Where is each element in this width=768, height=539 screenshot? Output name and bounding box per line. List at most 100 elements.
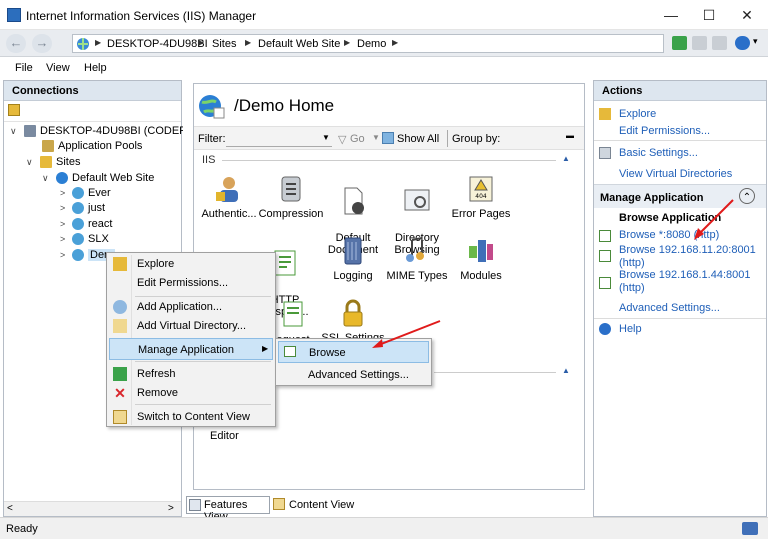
connections-header: Connections [4, 81, 181, 101]
context-menu: Explore Edit Permissions... Add Applicat… [106, 252, 276, 427]
collapse-icon[interactable]: ▲ [562, 154, 570, 163]
explore-icon [599, 108, 611, 120]
maximize-button[interactable]: ☐ [690, 0, 728, 30]
error-pages-icon: 404 [469, 176, 493, 202]
globe-icon [77, 38, 89, 50]
help-icon[interactable] [735, 36, 750, 50]
menu-item-label: Switch to Content View [137, 411, 250, 423]
menu-file[interactable]: File [15, 62, 33, 74]
scroll-left-button[interactable]: < [7, 503, 13, 514]
feature-mime-types[interactable]: MIME Types [382, 236, 452, 282]
filter-input[interactable] [226, 130, 332, 147]
feature-logging[interactable]: Logging [318, 236, 388, 282]
tree-expander-icon[interactable]: ∨ [26, 157, 33, 168]
menu-item-label: Refresh [137, 368, 176, 380]
minimize-button[interactable]: — [652, 0, 690, 30]
tree-expander-icon[interactable]: ∨ [10, 126, 17, 137]
features-view-icon [189, 499, 201, 511]
tree-expander-icon[interactable]: > [60, 250, 65, 260]
tree-expander-icon[interactable]: > [60, 234, 65, 244]
menu-item-advanced-settings[interactable]: Advanced Settings... [278, 364, 429, 386]
create-connection-icon[interactable] [8, 104, 20, 116]
action-browse-192-168-1-44[interactable]: Browse 192.168.1.44:8001 (http) [619, 269, 751, 295]
menu-item-edit-permissions[interactable]: Edit Permissions... [109, 272, 273, 294]
home-icon[interactable] [712, 36, 727, 50]
menu-item-label: Add Virtual Directory... [137, 320, 247, 332]
web-app-icon [72, 249, 84, 261]
action-explore[interactable]: Explore [619, 108, 656, 121]
menu-bar: File View Help [0, 57, 768, 79]
tree-item-sites[interactable]: Sites [56, 156, 80, 168]
filter-label: Filter: [198, 133, 226, 145]
stop-icon[interactable] [692, 36, 707, 50]
breadcrumb[interactable]: ▶ DESKTOP-4DU98BI ▶ Sites ▶ Default Web … [72, 34, 664, 53]
menu-item-switch-to-content-view[interactable]: Switch to Content View [109, 406, 273, 428]
chevron-down-icon[interactable]: ▾ [753, 36, 758, 47]
tab-features-view[interactable]: Features View [186, 496, 270, 523]
chevron-down-icon[interactable]: ▼ [322, 133, 330, 142]
tab-content-view[interactable]: Content View [273, 496, 355, 514]
action-view-virtual-directories[interactable]: View Virtual Directories [619, 168, 732, 181]
collapse-icon[interactable]: ▲ [562, 366, 570, 375]
menu-item-browse[interactable]: Browse [278, 341, 429, 363]
tree-expander-icon[interactable]: > [60, 203, 65, 213]
feature-error-pages[interactable]: 404 Error Pages [446, 174, 516, 220]
manage-application-submenu: Browse Advanced Settings... [275, 338, 432, 386]
tree-item-desktop-4du98bi-codersic[interactable]: DESKTOP-4DU98BI (CODERSIC [40, 125, 205, 137]
add-virtual-directory-icon [113, 319, 127, 333]
action-browse-192-168-11-20[interactable]: Browse 192.168.11.20:8001 (http) [619, 244, 756, 270]
tree-item-just[interactable]: just [88, 202, 105, 214]
menu-item-add-virtual-directory[interactable]: Add Virtual Directory... [109, 315, 273, 337]
web-app-icon [72, 233, 84, 245]
feature-compression[interactable]: Compression [256, 174, 326, 220]
tree-item-default-web-site[interactable]: Default Web Site [72, 172, 154, 184]
horizontal-scrollbar[interactable]: < > [4, 501, 181, 516]
menu-view[interactable]: View [46, 62, 70, 74]
breadcrumb-server[interactable]: DESKTOP-4DU98BI [107, 38, 208, 50]
breadcrumb-separator: ▶ [245, 38, 252, 47]
menu-item-manage-application[interactable]: Manage Application ▶ [109, 338, 273, 360]
web-app-icon [72, 202, 84, 214]
tree-expander-icon[interactable]: > [60, 219, 65, 229]
action-advanced-settings[interactable]: Advanced Settings... [619, 302, 720, 315]
feature-modules[interactable]: Modules [446, 236, 516, 282]
action-edit-permissions[interactable]: Edit Permissions... [619, 125, 710, 138]
scroll-right-button[interactable]: > [168, 503, 174, 514]
tree-item-ever[interactable]: Ever [88, 187, 111, 199]
feature-label: Modules [460, 270, 502, 282]
authentication-icon [216, 177, 238, 202]
refresh-icon [113, 367, 127, 381]
close-button[interactable]: ✕ [728, 0, 766, 30]
action-browse-8080[interactable]: Browse *:8080 (http) [619, 229, 719, 242]
go-button[interactable]: Go [350, 133, 365, 145]
feature-label: Error Pages [451, 208, 511, 220]
collapse-icon[interactable]: ⌃ [739, 188, 755, 204]
app-pools-icon [42, 140, 54, 152]
browse-icon [599, 250, 611, 262]
tree-item-slx[interactable]: SLX [88, 233, 109, 245]
menu-item-remove[interactable]: ✕ Remove [109, 382, 273, 404]
connect-icon[interactable] [672, 36, 687, 50]
show-all-button[interactable]: Show All [397, 133, 439, 145]
settings-icon [599, 147, 611, 159]
forward-button[interactable]: → [32, 34, 52, 53]
lock-icon [343, 299, 363, 327]
tree-expander-icon[interactable]: ∨ [42, 173, 49, 184]
default-document-icon [344, 187, 364, 215]
status-text: Ready [6, 523, 38, 535]
breadcrumb-demo[interactable]: Demo [357, 38, 386, 50]
manage-application-header: Manage Application ⌃ [594, 184, 766, 208]
tree-item-react[interactable]: react [88, 218, 112, 230]
breadcrumb-sites[interactable]: Sites [212, 38, 236, 50]
menu-help[interactable]: Help [84, 62, 107, 74]
group-by-label[interactable]: Group by: [452, 133, 500, 145]
back-button[interactable]: ← [6, 34, 26, 53]
feature-label-editor[interactable]: Editor [210, 430, 239, 442]
scroll-up-icon[interactable]: ▬ [566, 131, 574, 140]
action-basic-settings[interactable]: Basic Settings... [619, 147, 698, 160]
tree-expander-icon[interactable]: > [60, 188, 65, 198]
action-help[interactable]: Help [619, 323, 642, 336]
feature-authentication[interactable]: Authentic... [194, 174, 264, 220]
tree-item-application-pools[interactable]: Application Pools [58, 140, 142, 152]
breadcrumb-default-web-site[interactable]: Default Web Site [258, 38, 340, 50]
